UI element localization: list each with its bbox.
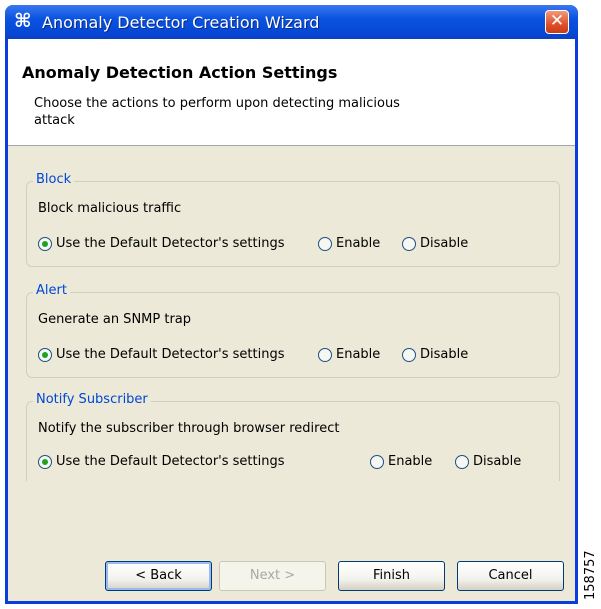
alert-enable-label: Enable bbox=[336, 347, 381, 362]
radio-unchecked-icon bbox=[370, 454, 384, 469]
block-default-radio[interactable]: Use the Default Detector's settings bbox=[38, 236, 284, 251]
radio-unchecked-icon bbox=[402, 236, 416, 251]
block-group: Block Block malicious traffic Use the De… bbox=[26, 172, 560, 267]
block-disable-radio[interactable]: Disable bbox=[402, 236, 468, 251]
notify-default-label: Use the Default Detector's settings bbox=[56, 454, 285, 469]
page-header: Anomaly Detection Action Settings Choose… bbox=[8, 39, 575, 146]
wizard-icon: ⌘ bbox=[14, 10, 32, 32]
page-title: Anomaly Detection Action Settings bbox=[22, 63, 338, 82]
wizard-content: Anomaly Detection Action Settings Choose… bbox=[8, 39, 575, 601]
finish-button[interactable]: Finish bbox=[338, 561, 445, 591]
block-enable-radio[interactable]: Enable bbox=[318, 236, 380, 251]
block-group-label: Block bbox=[33, 172, 75, 187]
alert-enable-radio[interactable]: Enable bbox=[318, 347, 380, 362]
title-bar[interactable]: ⌘ Anomaly Detector Creation Wizard ✕ bbox=[5, 5, 578, 39]
radio-checked-icon bbox=[38, 454, 52, 469]
radio-unchecked-icon bbox=[318, 236, 332, 251]
radio-unchecked-icon bbox=[455, 454, 469, 469]
wizard-window: ⌘ Anomaly Detector Creation Wizard ✕ Ano… bbox=[5, 5, 578, 604]
notify-default-radio[interactable]: Use the Default Detector's settings bbox=[38, 454, 284, 469]
next-button[interactable]: Next > bbox=[219, 561, 326, 591]
close-icon[interactable]: ✕ bbox=[545, 10, 569, 34]
notify-enable-radio[interactable]: Enable bbox=[370, 454, 432, 469]
notify-subscriber-group-label: Notify Subscriber bbox=[33, 392, 151, 407]
button-bar: < Back Next > Finish Cancel bbox=[8, 552, 575, 601]
alert-default-label: Use the Default Detector's settings bbox=[56, 347, 285, 362]
notify-disable-radio[interactable]: Disable bbox=[455, 454, 521, 469]
alert-group-description: Generate an SNMP trap bbox=[38, 312, 192, 327]
notify-enable-label: Enable bbox=[388, 454, 433, 469]
block-disable-label: Disable bbox=[420, 236, 469, 251]
notify-disable-label: Disable bbox=[473, 454, 522, 469]
cancel-button[interactable]: Cancel bbox=[457, 561, 564, 591]
alert-disable-radio[interactable]: Disable bbox=[402, 347, 468, 362]
window-title: Anomaly Detector Creation Wizard bbox=[42, 13, 320, 32]
radio-checked-icon bbox=[38, 236, 52, 251]
alert-disable-label: Disable bbox=[420, 347, 469, 362]
notify-subscriber-group: Notify Subscriber Notify the subscriber … bbox=[26, 392, 560, 481]
page-description: Choose the actions to perform upon detec… bbox=[34, 96, 400, 128]
alert-default-radio[interactable]: Use the Default Detector's settings bbox=[38, 347, 284, 362]
notify-subscriber-group-description: Notify the subscriber through browser re… bbox=[38, 421, 340, 436]
block-group-description: Block malicious traffic bbox=[38, 201, 182, 216]
alert-group: Alert Generate an SNMP trap Use the Defa… bbox=[26, 283, 560, 378]
block-enable-label: Enable bbox=[336, 236, 381, 251]
radio-unchecked-icon bbox=[402, 347, 416, 362]
radio-unchecked-icon bbox=[318, 347, 332, 362]
back-button[interactable]: < Back bbox=[105, 561, 212, 591]
radio-checked-icon bbox=[38, 347, 52, 362]
block-default-label: Use the Default Detector's settings bbox=[56, 236, 285, 251]
alert-group-label: Alert bbox=[33, 283, 70, 298]
figure-number: 158757 bbox=[583, 550, 598, 600]
